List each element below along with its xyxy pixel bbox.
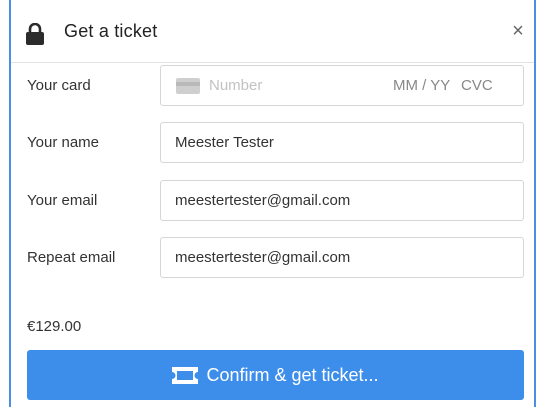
confirm-button-label: Confirm & get ticket...	[206, 364, 379, 385]
card-cvc-placeholder[interactable]: CVC	[461, 66, 493, 105]
card-input[interactable]: Number MM / YY CVC	[160, 65, 524, 106]
card-label: Your card	[27, 77, 91, 94]
ticket-price: €129.00	[27, 318, 82, 335]
card-number-placeholder[interactable]: Number	[209, 66, 262, 105]
credit-card-icon	[176, 78, 200, 94]
name-field[interactable]: Meester Tester	[160, 122, 524, 163]
email-field[interactable]: meestertester@gmail.com	[160, 180, 524, 221]
dialog-title: Get a ticket	[64, 21, 158, 41]
dialog-header: Get a ticket ×	[11, 0, 534, 63]
repeat-email-field[interactable]: meestertester@gmail.com	[160, 237, 524, 278]
confirm-button[interactable]: Confirm & get ticket...	[27, 350, 524, 400]
ticket-dialog: Get a ticket × Your card Number MM / YY …	[9, 0, 536, 407]
card-expiry-placeholder[interactable]: MM / YY	[393, 66, 450, 105]
ticket-icon	[172, 366, 199, 384]
repeat-email-label: Repeat email	[27, 249, 116, 266]
lock-icon	[26, 23, 44, 45]
close-icon[interactable]: ×	[506, 19, 530, 43]
email-label: Your email	[27, 192, 98, 209]
name-label: Your name	[27, 134, 99, 151]
